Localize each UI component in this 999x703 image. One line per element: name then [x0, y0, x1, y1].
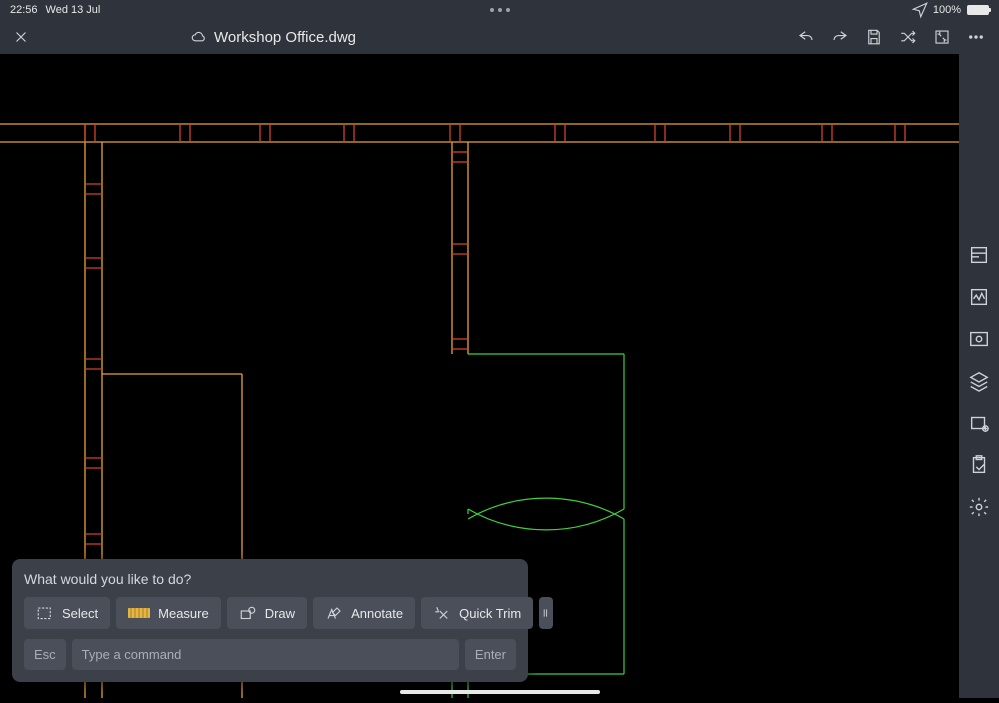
device-status-bar: 22:56 Wed 13 Jul 100% [0, 0, 999, 20]
shuffle-icon[interactable] [899, 28, 917, 46]
redo-icon[interactable] [831, 28, 849, 46]
panel-views-icon[interactable] [968, 328, 990, 350]
status-time: 22:56 [10, 4, 38, 16]
ruler-icon [128, 608, 150, 618]
annotate-icon [325, 605, 343, 621]
command-input[interactable]: Type a command [72, 639, 459, 670]
fullscreen-icon[interactable] [933, 28, 951, 46]
undo-icon[interactable] [797, 28, 815, 46]
blocks-icon[interactable] [968, 412, 990, 434]
cloud-icon [190, 28, 208, 46]
settings-icon[interactable] [968, 496, 990, 518]
quick-trim-icon [433, 605, 451, 621]
panel-prompt: What would you like to do? [24, 571, 516, 587]
app-toolbar: Workshop Office.dwg [0, 20, 999, 54]
more-tools-button[interactable] [539, 597, 553, 629]
annotate-button[interactable]: Annotate [313, 597, 415, 629]
esc-button[interactable]: Esc [24, 639, 66, 670]
enter-button[interactable]: Enter [465, 639, 516, 670]
home-indicator[interactable] [400, 690, 600, 694]
battery-icon [967, 5, 989, 15]
clipboard-icon[interactable] [968, 454, 990, 476]
close-icon[interactable] [12, 28, 30, 46]
layers-icon[interactable] [968, 370, 990, 392]
location-icon [911, 1, 929, 19]
multitask-dots[interactable] [490, 8, 510, 12]
battery-percent: 100% [933, 4, 961, 16]
draw-icon [239, 605, 257, 621]
panel-activity-icon[interactable] [968, 286, 990, 308]
save-icon[interactable] [865, 28, 883, 46]
draw-button[interactable]: Draw [227, 597, 307, 629]
panel-properties-icon[interactable] [968, 244, 990, 266]
select-icon [36, 605, 54, 621]
status-date: Wed 13 Jul [46, 4, 101, 16]
more-icon[interactable] [967, 28, 985, 46]
quick-trim-button[interactable]: Quick Trim [421, 597, 533, 629]
measure-button[interactable]: Measure [116, 597, 221, 629]
select-button[interactable]: Select [24, 597, 110, 629]
command-panel: What would you like to do? Select Measur… [12, 559, 528, 682]
right-sidebar [959, 54, 999, 698]
document-title: Workshop Office.dwg [214, 29, 356, 46]
